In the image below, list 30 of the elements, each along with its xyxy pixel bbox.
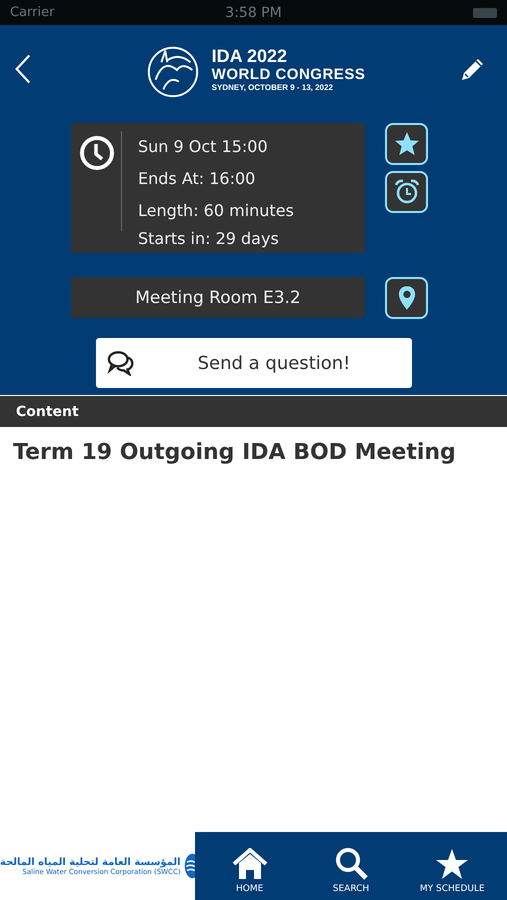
favorite-button[interactable] — [385, 123, 428, 165]
alarm-clock-icon — [394, 179, 420, 205]
carrier-label: Carrier — [10, 5, 56, 20]
alarm-button[interactable] — [385, 171, 428, 213]
time-detail: Sun 9 Oct 15:00 — [138, 136, 269, 158]
clock-icon — [79, 135, 115, 171]
session-title: Term 19 Outgoing IDA BOD Meeting — [12, 439, 457, 465]
section-header: Content — [0, 396, 507, 427]
home-icon — [232, 848, 268, 880]
chat-bubbles-icon — [106, 350, 136, 376]
back-icon[interactable] — [14, 52, 32, 84]
tab-item[interactable]: MY SCHEDULE — [407, 832, 498, 900]
room-label: Meeting Room E3.2 — [71, 277, 365, 318]
sponsor-arabic-name: المؤسسة العامة لتحلية المياه المالحة — [0, 856, 181, 868]
map-button[interactable] — [385, 277, 428, 319]
star-icon — [394, 132, 418, 156]
time-detail: Length: 60 minutes — [138, 200, 294, 222]
logo-title: IDA 2022 — [212, 47, 288, 68]
logo-dates: SYDNEY, OCTOBER 9 - 13, 2022 — [212, 84, 334, 93]
logo-subtitle: WORLD CONGRESS — [212, 67, 366, 84]
time-detail: Starts in: 29 days — [138, 228, 280, 250]
battery-icon — [473, 8, 497, 18]
status-time: 3:58 PM — [224, 4, 283, 20]
time-detail: Ends At: 16:00 — [138, 168, 256, 190]
search-icon — [334, 846, 368, 880]
tab-item[interactable]: HOME — [204, 832, 295, 900]
location-pin-icon — [398, 285, 416, 311]
star-icon — [435, 848, 470, 880]
send-question-button[interactable]: Send a question! — [96, 338, 412, 388]
tab-item[interactable]: SEARCH — [306, 832, 396, 900]
